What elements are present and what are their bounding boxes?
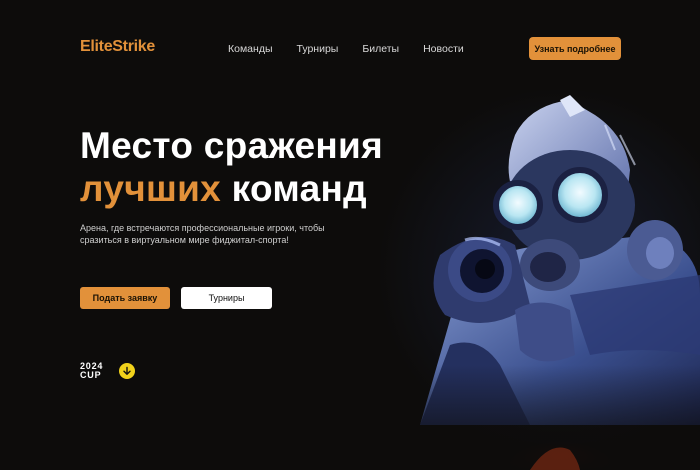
- brand-logo[interactable]: EliteStrike: [80, 38, 155, 56]
- nav-item-news[interactable]: Новости: [423, 43, 464, 55]
- cup-label: CUP: [80, 369, 102, 380]
- scroll-down-button[interactable]: [119, 363, 135, 379]
- tournaments-button[interactable]: Турниры: [181, 287, 272, 309]
- arrow-down-icon: [123, 366, 131, 375]
- nav-item-teams[interactable]: Команды: [228, 43, 273, 55]
- hero-title-line1: Место сражения: [80, 125, 383, 166]
- hero-title: Место сражения лучших команд: [80, 124, 383, 210]
- hero-title-rest: команд: [231, 168, 367, 209]
- nav-item-tournaments[interactable]: Турниры: [297, 43, 339, 55]
- hero-subtitle: Арена, где встречаются профессиональные …: [80, 223, 325, 245]
- soldier-illustration: [420, 95, 700, 470]
- cup-badge: 2024 CUP: [80, 362, 103, 379]
- main-nav: Команды Турниры Билеты Новости: [228, 43, 464, 55]
- nav-item-tickets[interactable]: Билеты: [362, 43, 399, 55]
- apply-button[interactable]: Подать заявку: [80, 287, 170, 309]
- learn-more-button[interactable]: Узнать подробнее: [529, 37, 621, 60]
- hero-title-accent: лучших: [80, 168, 222, 209]
